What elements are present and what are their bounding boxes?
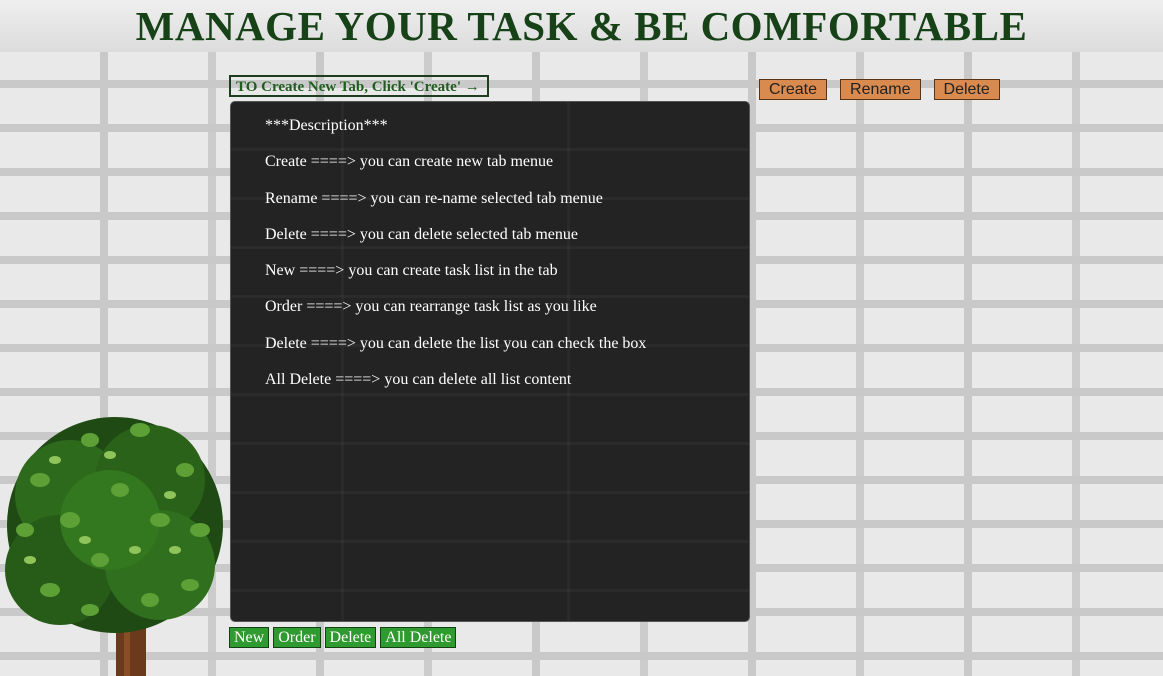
description-heading: ***Description*** <box>265 117 388 134</box>
tab-actions: Create Rename Delete <box>759 79 1000 100</box>
create-tab-hint: TO Create New Tab, Click 'Create' → <box>229 75 489 97</box>
delete-tab-button[interactable]: Delete <box>933 79 1000 100</box>
potted-plant-image <box>5 417 223 676</box>
create-tab-button[interactable]: Create <box>759 79 828 100</box>
new-list-button[interactable]: New <box>229 627 270 648</box>
rename-tab-button[interactable]: Rename <box>840 79 921 100</box>
description-item: Delete ====> you can delete the list you… <box>265 334 647 352</box>
page-title: MANAGE YOUR TASK & BE COMFORTABLE <box>135 3 1028 49</box>
description-item: New ====> you can create task list in th… <box>265 262 558 280</box>
all-delete-button[interactable]: All Delete <box>380 627 457 648</box>
description-item: All Delete ====> you can delete all list… <box>265 371 572 389</box>
description-list: ***Description*** Create ====> you can c… <box>231 102 749 405</box>
description-item: Order ====> you can rearrange task list … <box>265 298 597 316</box>
order-list-button[interactable]: Order <box>273 627 321 648</box>
description-item: Delete ====> you can delete selected tab… <box>265 225 578 243</box>
description-item: Rename ====> you can re-name selected ta… <box>265 189 603 207</box>
description-item: Create ====> you can create new tab menu… <box>265 153 554 171</box>
description-panel: ***Description*** Create ====> you can c… <box>230 101 750 622</box>
delete-list-button[interactable]: Delete <box>324 627 377 648</box>
list-actions: New Order Delete All Delete <box>229 627 457 648</box>
